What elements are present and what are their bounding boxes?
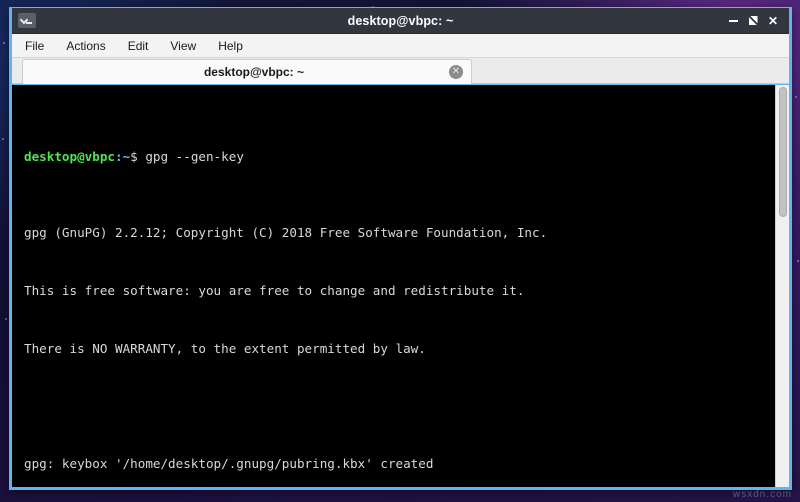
tab-bar: desktop@vbpc: ~ ✕ <box>12 58 789 84</box>
menu-item-actions[interactable]: Actions <box>63 37 108 55</box>
terminal-line: gpg (GnuPG) 2.2.12; Copyright (C) 2018 F… <box>24 225 548 241</box>
terminal-output[interactable]: desktop@vbpc:~$ gpg --gen-key gpg (GnuPG… <box>12 85 775 487</box>
prompt-path: :~ <box>115 148 131 164</box>
wallpaper-star <box>795 96 797 98</box>
tab-label: desktop@vbpc: ~ <box>203 65 305 79</box>
scrollbar-thumb[interactable] <box>779 87 787 217</box>
terminal-scrollbar[interactable] <box>775 85 789 487</box>
menu-item-edit[interactable]: Edit <box>125 37 152 55</box>
maximize-button[interactable] <box>744 12 762 30</box>
terminal-command: gpg --gen-key <box>137 148 244 164</box>
wallpaper-star <box>797 260 799 262</box>
terminal-window: desktop@vbpc: ~ File Actions Edit View H… <box>9 7 792 490</box>
terminal-line: There is NO WARRANTY, to the extent perm… <box>24 340 426 356</box>
menu-bar: File Actions Edit View Help <box>12 34 789 58</box>
terminal-icon <box>18 13 36 28</box>
close-icon[interactable]: ✕ <box>449 65 463 79</box>
close-button[interactable] <box>764 12 782 30</box>
tab-terminal-1[interactable]: desktop@vbpc: ~ ✕ <box>22 59 472 84</box>
window-titlebar[interactable]: desktop@vbpc: ~ <box>12 8 789 34</box>
menu-item-file[interactable]: File <box>22 37 47 55</box>
minimize-button[interactable] <box>724 12 742 30</box>
terminal-area: desktop@vbpc:~$ gpg --gen-key gpg (GnuPG… <box>12 84 789 487</box>
prompt-user-host: desktop@vbpc <box>24 148 115 164</box>
menu-item-help[interactable]: Help <box>215 37 246 55</box>
window-controls <box>724 12 789 30</box>
window-title: desktop@vbpc: ~ <box>347 13 454 28</box>
terminal-line: gpg: keybox '/home/desktop/.gnupg/pubrin… <box>24 455 434 471</box>
watermark: wsxdn.com <box>732 489 792 500</box>
terminal-line: This is free software: you are free to c… <box>24 283 525 298</box>
terminal-prompt-line: desktop@vbpc:~$ gpg --gen-key <box>24 147 775 166</box>
wallpaper-star <box>3 42 5 44</box>
wallpaper-star <box>5 318 7 320</box>
menu-item-view[interactable]: View <box>167 37 199 55</box>
prompt-symbol: $ <box>130 148 138 164</box>
wallpaper-star <box>2 138 4 140</box>
